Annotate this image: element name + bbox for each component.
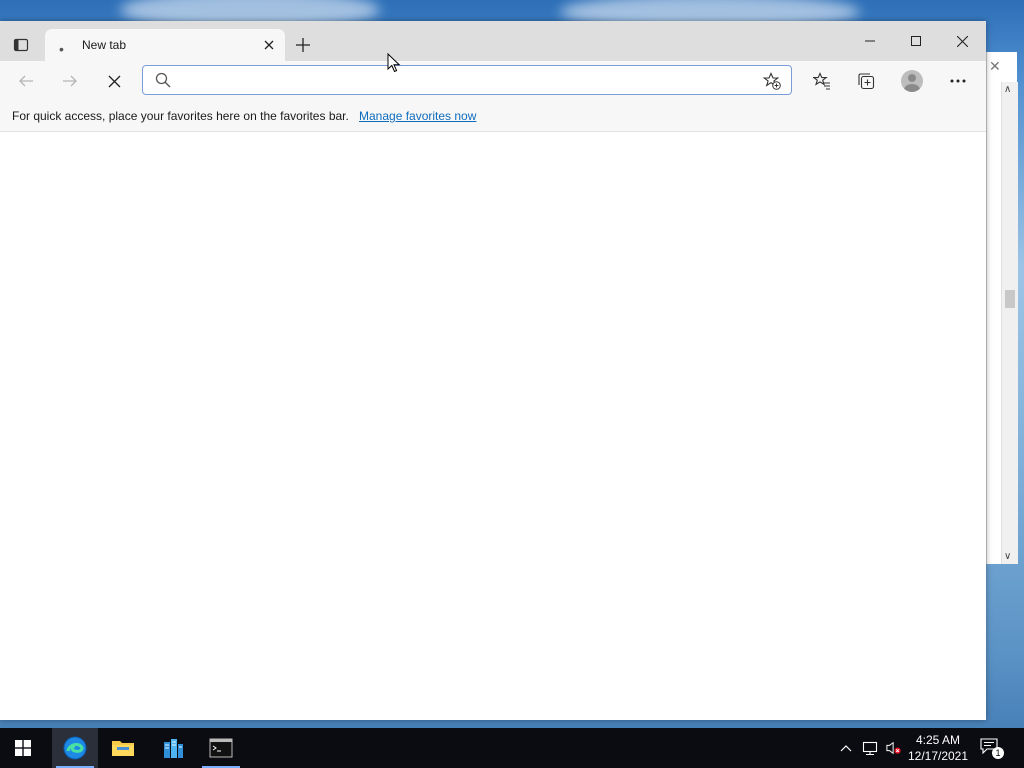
volume-button[interactable] — [886, 740, 902, 756]
scroll-down-icon[interactable]: ∨ — [1004, 551, 1011, 562]
collections-icon — [858, 73, 875, 90]
taskbar-file-explorer[interactable] — [100, 728, 146, 768]
arrow-right-icon — [63, 75, 77, 87]
network-icon — [862, 741, 878, 756]
taskbar: 4:25 AM 12/17/2021 1 — [0, 728, 1024, 768]
tab-loading-icon: • — [59, 41, 64, 57]
tab-actions-icon — [13, 38, 29, 52]
minimize-button[interactable] — [847, 27, 893, 55]
taskbar-terminal[interactable] — [198, 728, 244, 768]
volume-muted-icon — [886, 741, 901, 755]
add-favorite-icon[interactable] — [763, 72, 781, 90]
chevron-up-icon — [840, 745, 852, 752]
address-input[interactable] — [179, 71, 763, 91]
avatar-icon — [901, 70, 923, 92]
start-button[interactable] — [0, 728, 46, 768]
clock-date: 12/17/2021 — [907, 749, 969, 763]
close-icon — [956, 35, 968, 47]
clock-time: 4:25 AM — [915, 733, 961, 747]
tab-close-button[interactable] — [261, 37, 277, 53]
windows-logo-icon — [15, 740, 31, 756]
network-status-button[interactable] — [862, 740, 878, 756]
favorites-bar: For quick access, place your favorites h… — [0, 101, 986, 132]
favorites-bar-message: For quick access, place your favorites h… — [12, 109, 349, 123]
minimize-icon — [865, 40, 875, 42]
taskbar-edge[interactable] — [52, 728, 98, 768]
mouse-cursor-icon — [387, 53, 401, 73]
taskbar-server-manager[interactable] — [150, 728, 196, 768]
favorites-button[interactable] — [808, 68, 836, 94]
scroll-thumb[interactable] — [1005, 290, 1015, 308]
manage-favorites-link[interactable]: Manage favorites now — [359, 109, 476, 123]
tab-new-tab[interactable]: • New tab — [45, 29, 285, 62]
show-hidden-icons-button[interactable] — [838, 740, 854, 756]
folder-icon — [112, 741, 134, 756]
favorites-list-icon — [813, 72, 830, 90]
maximize-button[interactable] — [893, 27, 939, 55]
action-center-button[interactable]: 1 — [980, 738, 1004, 760]
title-bar: • New tab — [0, 21, 986, 62]
background-window-close-icon[interactable]: ✕ — [989, 58, 1001, 75]
server-manager-icon — [164, 739, 183, 758]
scroll-up-icon[interactable]: ∧ — [1004, 84, 1011, 95]
background-window: ✕ ∧ ∨ — [986, 52, 1018, 564]
edge-icon — [63, 736, 87, 760]
system-clock[interactable]: 4:25 AM 12/17/2021 — [904, 732, 972, 764]
terminal-icon — [209, 738, 233, 758]
browser-window: • New tab For quick access, place your f… — [0, 21, 986, 720]
more-icon — [950, 79, 966, 83]
tab-actions-button[interactable] — [8, 33, 34, 57]
notification-count-badge: 1 — [992, 747, 1004, 759]
plus-icon — [296, 38, 310, 52]
settings-and-more-button[interactable] — [944, 68, 972, 94]
toolbar — [0, 61, 986, 101]
search-icon — [155, 72, 171, 88]
window-close-button[interactable] — [939, 27, 985, 55]
back-button[interactable] — [12, 68, 40, 94]
new-tab-button[interactable] — [291, 33, 315, 57]
arrow-left-icon — [19, 75, 33, 87]
address-bar[interactable] — [142, 65, 792, 95]
collections-button[interactable] — [852, 68, 880, 94]
forward-button[interactable] — [56, 68, 84, 94]
close-icon — [108, 75, 120, 87]
tab-title: New tab — [82, 38, 127, 52]
profile-button[interactable] — [898, 68, 926, 94]
stop-loading-button[interactable] — [100, 68, 128, 94]
close-icon — [264, 40, 274, 50]
page-content — [0, 132, 986, 720]
background-window-scrollbar[interactable]: ∧ ∨ — [1001, 82, 1018, 564]
maximize-icon — [911, 36, 921, 46]
